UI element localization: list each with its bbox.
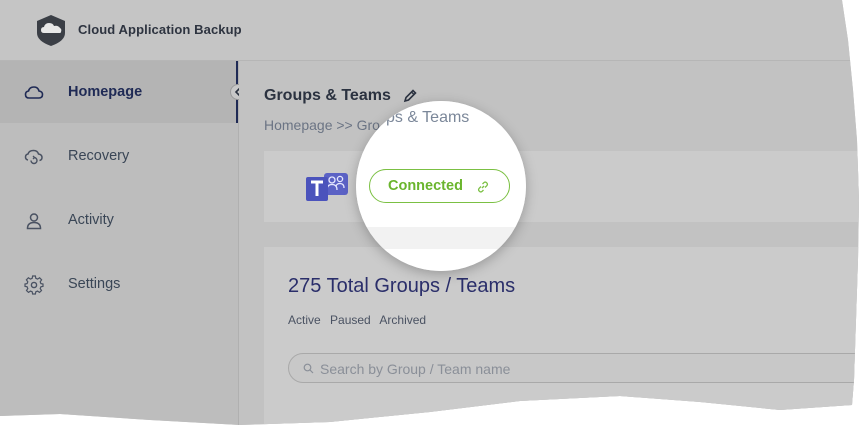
connected-label: Connected: [388, 178, 463, 194]
sidebar-item-homepage[interactable]: Homepage: [0, 61, 238, 123]
microsoft-teams-icon: [306, 173, 348, 201]
sidebar-item-activity[interactable]: Activity: [0, 189, 238, 251]
sidebar-item-settings[interactable]: Settings: [0, 253, 238, 315]
sidebar-item-label: Settings: [68, 276, 121, 292]
magnified-card-next: [356, 249, 526, 271]
sidebar: Homepage Recovery Activity Settings: [0, 61, 239, 425]
cloud-icon: [24, 86, 44, 99]
app-window: Cloud Application Backup Homepage Recove…: [0, 0, 859, 425]
app-logo-icon: [37, 15, 65, 46]
top-bar: Cloud Application Backup: [0, 0, 859, 61]
search-placeholder: Search by Group / Team name: [320, 361, 511, 377]
screenshot-stage: Cloud Application Backup Homepage Recove…: [0, 0, 861, 430]
magnified-header: ps & Teams: [356, 101, 526, 137]
magnified-breadcrumb: ps & Teams: [386, 109, 470, 126]
filter-paused[interactable]: Paused: [330, 313, 371, 327]
sidebar-item-label: Recovery: [68, 148, 130, 164]
groups-card: 275 Total Groups / Teams Active Paused A…: [264, 247, 859, 425]
total-count: 275 Total Groups / Teams: [288, 275, 516, 297]
user-icon: [26, 213, 42, 230]
sidebar-item-label: Activity: [68, 212, 114, 228]
app-title: Cloud Application Backup: [78, 22, 242, 37]
sidebar-item-recovery[interactable]: Recovery: [0, 125, 238, 187]
link-icon: [477, 181, 489, 193]
connected-status-button[interactable]: Connected: [369, 169, 510, 203]
filter-active[interactable]: Active: [288, 313, 321, 327]
main-content: Groups & Teams Homepage >> Gro 275 Total…: [239, 61, 859, 425]
connection-card: [264, 151, 859, 222]
search-input[interactable]: Search by Group / Team name: [288, 353, 859, 383]
cloud-restore-icon: [24, 149, 43, 165]
sidebar-item-label: Homepage: [68, 84, 143, 100]
search-icon: [303, 363, 314, 374]
filter-archived[interactable]: Archived: [379, 313, 426, 327]
magnifier-callout: ps & Teams Connected: [356, 101, 526, 271]
magnified-gap: [356, 227, 526, 249]
gear-icon: [24, 275, 44, 295]
status-filters: Active Paused Archived: [288, 313, 432, 327]
